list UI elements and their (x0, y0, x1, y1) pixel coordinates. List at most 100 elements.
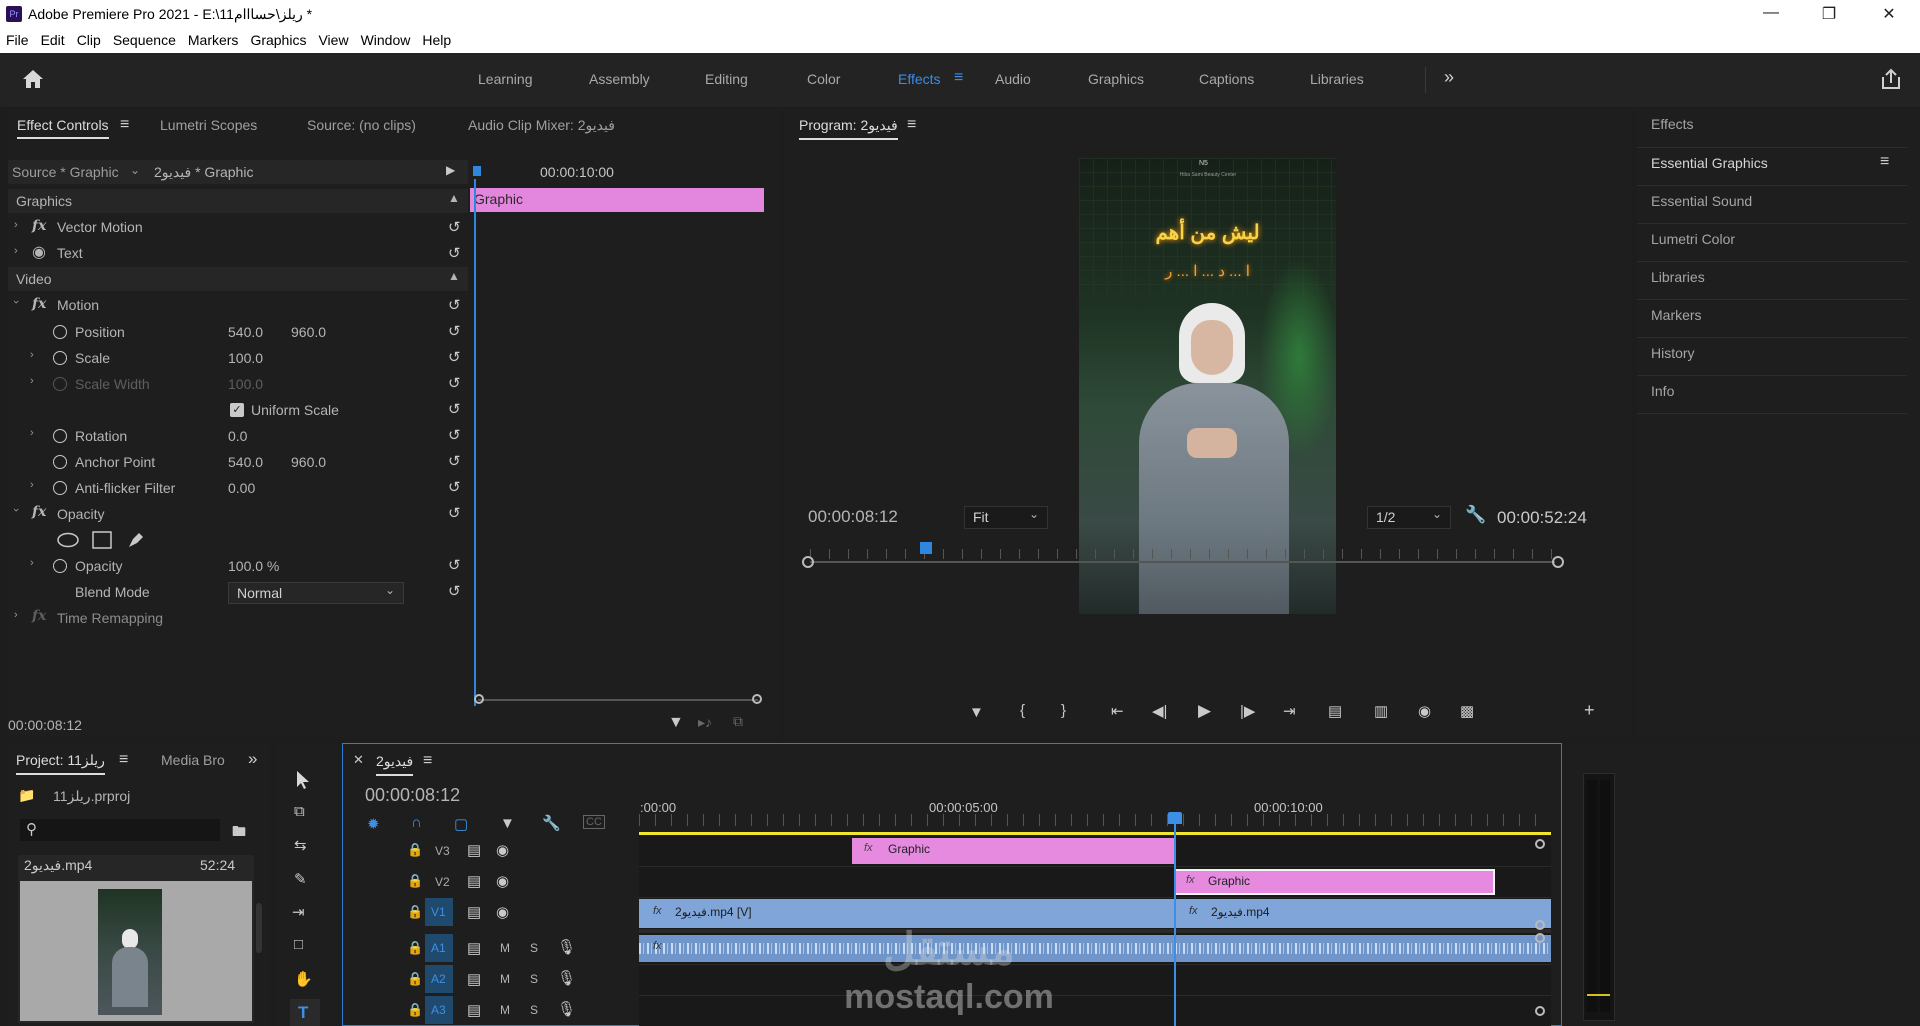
reset-icon[interactable]: ↺ (448, 296, 461, 314)
new-bin-icon[interactable]: 🖿 (232, 821, 246, 845)
reset-icon[interactable]: ↺ (448, 400, 461, 418)
position-y-value[interactable]: 960.0 (291, 324, 326, 340)
more-panels-icon[interactable]: » (248, 749, 257, 769)
captions-icon[interactable]: CC (583, 815, 605, 829)
scale-value[interactable]: 100.0 (228, 350, 263, 366)
collapse-chevron-icon[interactable]: › (10, 300, 22, 304)
text-row[interactable]: › ◉ Text ↺ (8, 241, 468, 267)
stopwatch-icon[interactable] (53, 559, 67, 573)
position-row[interactable]: Position 540.0 960.0 ↺ (8, 319, 468, 345)
anchor-x-value[interactable]: 540.0 (228, 454, 263, 470)
workspace-captions[interactable]: Captions (1199, 71, 1254, 87)
close-sequence-icon[interactable]: ✕ (353, 752, 364, 768)
linked-selection-icon[interactable]: ▢ (454, 815, 468, 833)
filter-icon[interactable]: ▼ (668, 714, 684, 732)
program-title[interactable]: Program: فيديو2 (799, 117, 898, 140)
slip-tool-icon[interactable]: ⇥ (292, 903, 305, 921)
panel-menu-icon[interactable]: ≡ (120, 116, 129, 134)
scrub-bar[interactable] (810, 561, 1555, 563)
mute-button[interactable]: M (500, 941, 510, 955)
tab-sequence[interactable]: فيديو2 (376, 753, 414, 776)
zoom-handle-right[interactable] (752, 694, 762, 704)
settings-wrench-icon[interactable]: 🔧 (1465, 505, 1486, 525)
expand-chevron-icon[interactable]: › (14, 245, 18, 257)
track-label-a2[interactable]: A2 (431, 972, 446, 986)
play-only-icon[interactable]: ▶ (446, 163, 455, 177)
microphone-icon[interactable]: 🎙 (557, 1000, 576, 1018)
lock-icon[interactable]: 🔒 (407, 1002, 423, 1018)
stopwatch-icon[interactable] (53, 351, 67, 365)
menu-sequence[interactable]: Sequence (107, 30, 182, 48)
source-patch-a3[interactable]: A3 (425, 996, 453, 1024)
panel-menu-icon[interactable]: ≡ (907, 116, 916, 134)
restore-icon[interactable]: ❐ (1814, 4, 1844, 24)
solo-button[interactable]: S (530, 972, 538, 986)
nest-toggle-icon[interactable]: ✹ (367, 815, 380, 833)
track-label-a1[interactable]: A1 (431, 941, 446, 955)
expand-chevron-icon[interactable]: › (30, 557, 34, 569)
stopwatch-icon[interactable] (53, 455, 67, 469)
workspace-libraries[interactable]: Libraries (1310, 71, 1364, 87)
rotation-row[interactable]: › Rotation 0.0 ↺ (8, 423, 468, 449)
panel-menu-icon[interactable]: ≡ (423, 752, 432, 770)
tab-media-browser[interactable]: Media Bro (161, 752, 225, 768)
minimize-icon[interactable]: — (1756, 4, 1786, 22)
rotation-value[interactable]: 0.0 (228, 428, 247, 444)
collapse-chevron-icon[interactable]: › (10, 508, 22, 512)
home-icon[interactable] (22, 69, 44, 89)
mark-in-icon[interactable]: { (1020, 702, 1025, 719)
more-workspaces-icon[interactable]: » (1444, 67, 1454, 88)
stopwatch-icon[interactable] (53, 325, 67, 339)
source-patch-a1[interactable]: A1 (425, 934, 453, 962)
reset-icon[interactable]: ↺ (448, 322, 461, 340)
eye-icon[interactable]: ◉ (496, 841, 509, 859)
menu-graphics[interactable]: Graphics (244, 30, 312, 48)
sync-lock-icon[interactable]: ▤ (467, 872, 481, 890)
menu-clip[interactable]: Clip (71, 30, 107, 48)
clip-bar[interactable]: Graphic (470, 188, 764, 212)
clip-v1-b[interactable]: fx فيديو2.mp4 (1175, 899, 1551, 928)
tab-audio-clip-mixer[interactable]: Audio Clip Mixer: فيديو2 (468, 117, 615, 134)
panel-essential-graphics[interactable]: Essential Graphics (1651, 155, 1768, 171)
scrub-handle-right[interactable] (1552, 556, 1564, 568)
expand-chevron-icon[interactable]: › (14, 609, 18, 621)
mute-button[interactable]: M (500, 1003, 510, 1017)
reset-icon[interactable]: ↺ (448, 556, 461, 574)
timeline-settings-wrench-icon[interactable]: 🔧 (542, 814, 561, 832)
scrub-handle-left[interactable] (802, 556, 814, 568)
add-marker-icon[interactable]: ▼ (500, 815, 515, 832)
type-tool-icon[interactable]: T (298, 1003, 308, 1023)
reset-icon[interactable]: ↺ (448, 348, 461, 366)
eye-icon[interactable]: ◉ (496, 872, 509, 890)
panel-libraries[interactable]: Libraries (1651, 269, 1705, 285)
mark-out-icon[interactable]: } (1061, 702, 1066, 719)
time-remapping-row[interactable]: › fx Time Remapping (8, 605, 468, 631)
panel-menu-icon[interactable]: ≡ (1880, 153, 1889, 171)
export-icon[interactable]: ⧉ (733, 713, 743, 730)
scale-row[interactable]: › Scale 100.0 ↺ (8, 345, 468, 371)
scroll-handle[interactable] (1535, 920, 1545, 930)
go-to-out-icon[interactable]: ⇥ (1283, 702, 1296, 720)
timeline-timecode[interactable]: 00:00:08:12 (365, 785, 460, 806)
panel-effects[interactable]: Effects (1651, 116, 1694, 132)
pen-mask-icon[interactable] (126, 530, 146, 550)
scroll-handle[interactable] (1535, 933, 1545, 943)
timeline-playhead-head[interactable] (1168, 812, 1182, 824)
ripple-edit-tool-icon[interactable]: ⇆ (294, 836, 307, 854)
blend-mode-select[interactable]: Normal ⌄ (228, 582, 404, 604)
lock-icon[interactable]: 🔒 (407, 873, 423, 889)
anchor-point-row[interactable]: Anchor Point 540.0 960.0 ↺ (8, 449, 468, 475)
solo-button[interactable]: S (530, 941, 538, 955)
expand-chevron-icon[interactable]: › (30, 479, 34, 491)
ec-current-time[interactable]: 00:00:08:12 (8, 717, 82, 733)
lock-icon[interactable]: 🔒 (407, 904, 423, 920)
uniform-scale-checkbox[interactable]: ✓ (230, 403, 244, 417)
panel-lumetri-color[interactable]: Lumetri Color (1651, 231, 1735, 247)
expand-chevron-icon[interactable]: › (30, 349, 34, 361)
collapse-up-icon[interactable]: ▲ (448, 269, 460, 283)
lift-icon[interactable]: ▤ (1328, 702, 1342, 720)
opacity-section-row[interactable]: › fx Opacity ↺ (8, 501, 468, 527)
resolution-select[interactable]: 1/2 ⌄ (1367, 506, 1451, 529)
lock-icon[interactable]: 🔒 (407, 842, 423, 858)
collapse-up-icon[interactable]: ▲ (448, 191, 460, 205)
